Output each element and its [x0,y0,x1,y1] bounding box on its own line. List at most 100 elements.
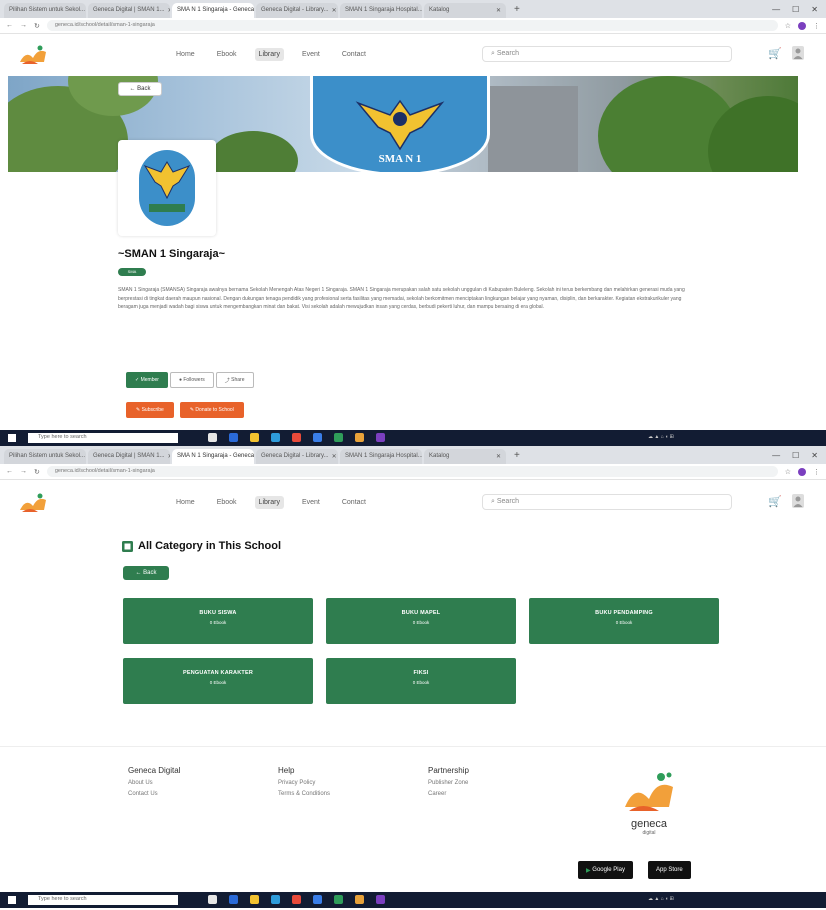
browser-tab[interactable]: Geneca Digital | SMAN 1...✕ [88,3,170,18]
profile-icon[interactable] [798,467,806,476]
store-icon[interactable] [271,895,280,904]
category-card[interactable]: BUKU SISWA 0 Ebook [123,598,313,644]
reload-icon[interactable]: ↻ [34,22,40,30]
browser-tab[interactable]: Geneca Digital - Library... ✕ [256,449,338,464]
back-arrow-icon[interactable]: ← [6,22,13,29]
maximize-icon[interactable]: ☐ [792,451,799,460]
footer-link[interactable]: About Us [128,778,180,789]
browser-tab[interactable]: SMAN 1 Singaraja Hospital...✕ [340,449,422,464]
close-window-icon[interactable]: ✕ [811,5,818,14]
taskbar-search[interactable]: Type here to search [28,433,178,443]
explorer-icon[interactable] [250,895,259,904]
taskbar-search[interactable]: Type here to search [28,895,178,905]
windows-start-icon[interactable] [8,896,16,904]
close-icon[interactable]: ✕ [332,7,337,18]
category-card[interactable]: PENGUATAN KARAKTER 0 Ebook [123,658,313,704]
star-icon[interactable]: ☆ [785,468,791,476]
new-tab-icon[interactable]: + [508,450,526,461]
nav-contact[interactable]: Contact [338,48,370,61]
geneca-logo[interactable] [18,492,48,514]
category-card[interactable]: BUKU PENDAMPING 0 Ebook [529,598,719,644]
nav-library[interactable]: Library [254,496,284,509]
task-view-icon[interactable] [208,895,217,904]
footer-link[interactable]: Publisher Zone [428,778,469,789]
folder-icon[interactable] [355,895,364,904]
category-card[interactable]: BUKU MAPEL 0 Ebook [326,598,516,644]
footer-link[interactable]: Career [428,789,469,800]
user-avatar-icon[interactable] [792,494,804,508]
followers-button[interactable]: ● Followers [169,372,214,388]
member-button[interactable]: ✓ Member [126,372,168,388]
donate-button[interactable]: ✎ Donate to School [179,402,244,418]
minimize-icon[interactable]: — [772,5,780,14]
back-arrow-icon[interactable]: ← [6,468,13,475]
excel-icon[interactable] [334,433,343,442]
edge-icon[interactable] [229,895,238,904]
cart-icon[interactable]: 🛒 [768,495,782,508]
nav-ebook[interactable]: Ebook [213,48,241,61]
chrome-icon[interactable] [292,433,301,442]
app-icon[interactable] [376,895,385,904]
nav-library[interactable]: Library [254,48,284,61]
close-window-icon[interactable]: ✕ [811,451,818,460]
forward-arrow-icon[interactable]: → [20,22,27,29]
nav-event[interactable]: Event [298,496,324,509]
forward-arrow-icon[interactable]: → [20,468,27,475]
star-icon[interactable]: ☆ [785,22,791,30]
search-input[interactable]: ⌕ Search [482,494,732,510]
reload-icon[interactable]: ↻ [34,468,40,476]
browser-tab[interactable]: Geneca Digital - Library... ✕ [256,3,338,18]
maximize-icon[interactable]: ☐ [792,5,799,14]
store-icon[interactable] [271,433,280,442]
profile-icon[interactable] [798,21,806,30]
back-button[interactable]: ← Back [118,82,162,96]
folder-icon[interactable] [355,433,364,442]
close-icon[interactable]: ✕ [168,7,170,18]
mail-icon[interactable] [313,895,322,904]
minimize-icon[interactable]: — [772,451,780,460]
close-icon[interactable]: ✕ [496,7,501,18]
mail-icon[interactable] [313,433,322,442]
browser-tab[interactable]: Katalog ✕ [424,3,506,18]
nav-home[interactable]: Home [172,496,199,509]
browser-tab[interactable]: Katalog ✕ [424,449,506,464]
browser-tab[interactable]: SMAN 1 Singaraja Hospital...✕ [340,3,422,18]
cart-icon[interactable]: 🛒 [768,47,782,60]
back-button[interactable]: ← Back [123,566,169,580]
browser-tab-active[interactable]: SMA N 1 Singaraja - Geneca...✕ [172,449,254,464]
user-avatar-icon[interactable] [792,46,804,60]
task-view-icon[interactable] [208,433,217,442]
google-play-button[interactable]: ▶ Google Play [578,861,633,879]
browser-tab[interactable]: Geneca Digital | SMAN 1...✕ [88,449,170,464]
kebab-menu-icon[interactable]: ⋮ [813,468,820,476]
share-button[interactable]: ⤴ Share [215,372,254,388]
app-icon[interactable] [376,433,385,442]
explorer-icon[interactable] [250,433,259,442]
edge-icon[interactable] [229,433,238,442]
nav-event[interactable]: Event [298,48,324,61]
category-card[interactable]: FIKSI 0 Ebook [326,658,516,704]
nav-ebook[interactable]: Ebook [213,496,241,509]
browser-tab[interactable]: Pilihan Sistem untuk Sekol...✕ [4,449,86,464]
close-icon[interactable]: ✕ [496,453,501,464]
url-field[interactable]: geneca.id/school/detail/sman-1-singaraja [46,466,778,477]
geneca-logo[interactable] [18,44,48,66]
subscribe-button[interactable]: ✎ Subscribe [126,402,174,418]
search-input[interactable]: ⌕ Search [482,46,732,62]
browser-tab[interactable]: Pilihan Sistem untuk Sekol...✕ [4,3,86,18]
kebab-menu-icon[interactable]: ⋮ [813,22,820,30]
footer-link[interactable]: Contact Us [128,789,180,800]
footer-link[interactable]: Terms & Conditions [278,789,330,800]
nav-home[interactable]: Home [172,48,199,61]
app-store-button[interactable]: App Store [648,861,691,879]
close-icon[interactable]: ✕ [168,453,170,464]
excel-icon[interactable] [334,895,343,904]
url-field[interactable]: geneca.id/school/detail/sman-1-singaraja [46,20,778,31]
nav-contact[interactable]: Contact [338,496,370,509]
browser-tab-active[interactable]: SMA N 1 Singaraja - Geneca...✕ [172,3,254,18]
windows-start-icon[interactable] [8,434,16,442]
footer-link[interactable]: Privacy Policy [278,778,330,789]
new-tab-icon[interactable]: + [508,4,526,15]
chrome-icon[interactable] [292,895,301,904]
close-icon[interactable]: ✕ [332,453,337,464]
